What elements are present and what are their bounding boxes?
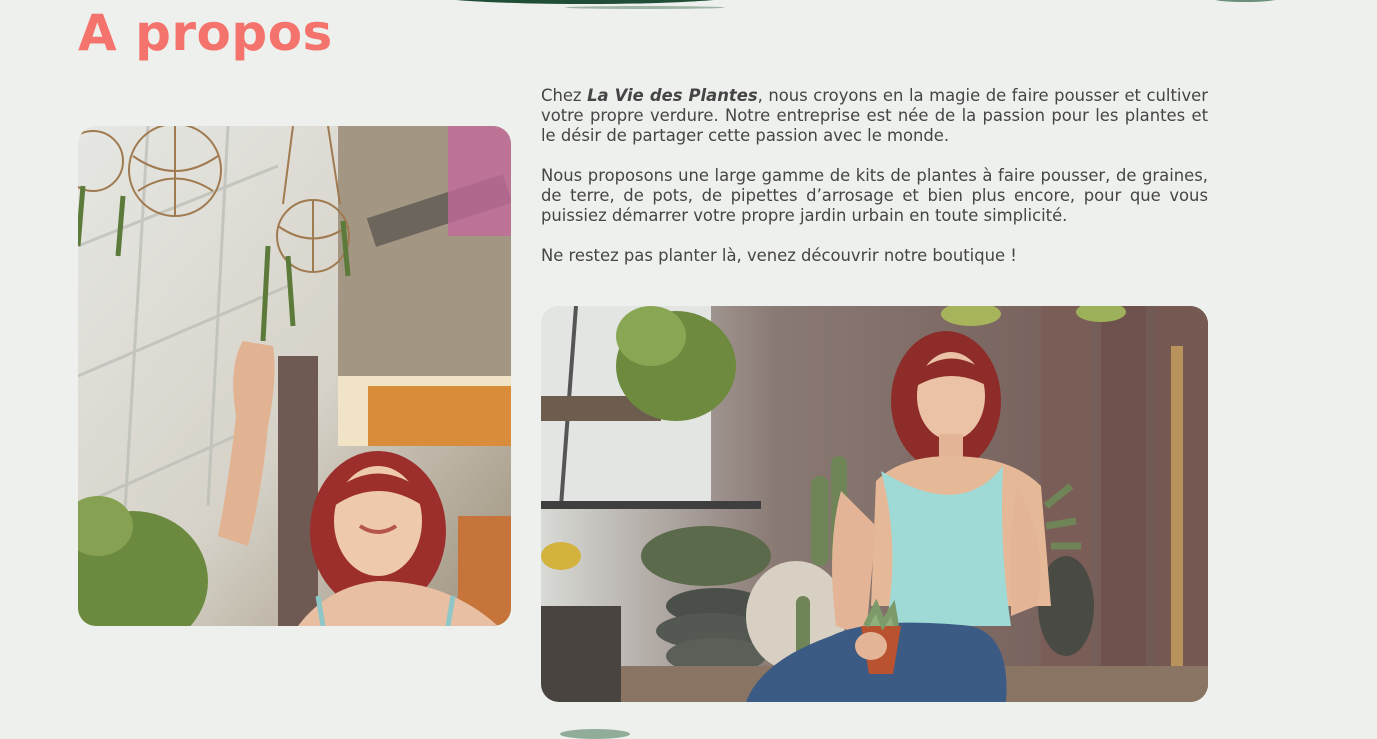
about-paragraph-cta: Ne restez pas planter là, venez découvri… [541,246,1017,265]
brand-name: La Vie des Plantes [587,86,758,105]
about-paragraph-products: Nous proposons une large gamme de kits d… [541,166,1208,225]
decorative-brush-top-thin [565,6,725,9]
photo-woman-hanging-plant [78,126,511,626]
about-text: Chez La Vie des Plantes, nous croyons en… [541,86,1208,286]
about-paragraph-intro: Chez La Vie des Plantes, nous croyons en… [541,86,1208,146]
page-title: A propos [78,4,333,62]
decorative-brush-top-right [1210,0,1280,2]
photo-woman-with-succulent [541,306,1208,702]
decorative-brush-top [430,0,740,4]
decorative-brush-bottom [560,729,630,739]
about-intro-lead: Chez [541,86,588,105]
